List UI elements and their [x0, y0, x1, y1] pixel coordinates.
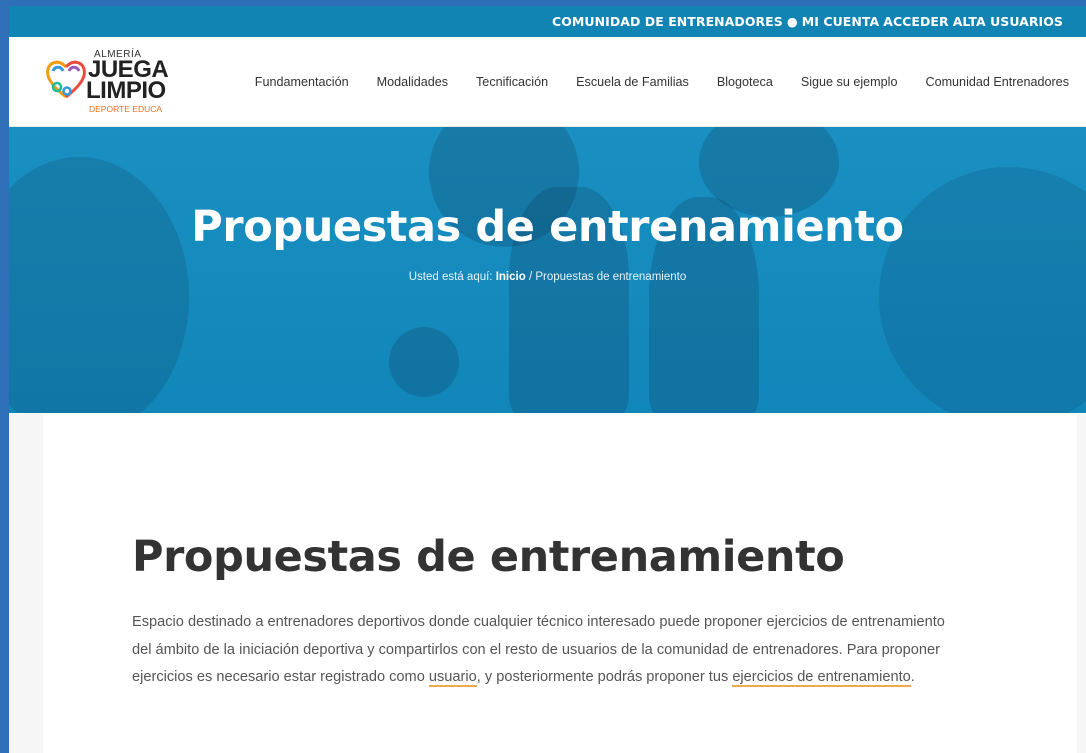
heart-logo-icon: [46, 60, 86, 99]
page-description: Espacio destinado a entrenadores deporti…: [132, 609, 952, 692]
hero-silhouette: [389, 327, 459, 397]
page-title: Propuestas de entrenamiento: [132, 532, 845, 582]
breadcrumb-current: Propuestas de entrenamiento: [535, 271, 687, 283]
usuario-link[interactable]: usuario: [428, 669, 477, 687]
nav-item-modalidades[interactable]: Modalidades: [377, 75, 448, 89]
nav-item-blogoteca[interactable]: Blogoteca: [717, 75, 773, 89]
top-utility-bar: COMUNIDAD DE ENTRENADORES ● MI CUENTA AC…: [9, 6, 1086, 37]
nav-item-fundamentacion[interactable]: Fundamentación: [255, 75, 349, 89]
description-text-3: .: [910, 669, 915, 685]
logo-tagline: DEPORTE EDUCA: [89, 104, 163, 114]
ejercicios-entrenamiento-link[interactable]: ejercicios de entrenamiento: [732, 669, 911, 687]
acceder-link[interactable]: ACCEDER: [883, 14, 948, 29]
hero-banner: Propuestas de entrenamiento Usted está a…: [9, 127, 1086, 413]
mi-cuenta-link[interactable]: MI CUENTA: [802, 14, 879, 29]
separator-dot: ●: [786, 14, 798, 29]
logo-limpio-text: LIMPIO: [86, 77, 166, 104]
breadcrumb-home-link[interactable]: Inicio: [496, 271, 526, 283]
nav-item-comunidad-entrenadores[interactable]: Comunidad Entrenadores: [925, 75, 1069, 89]
main-navigation: Fundamentación Modalidades Tecnificación…: [255, 37, 1069, 127]
browser-frame: COMUNIDAD DE ENTRENADORES ● MI CUENTA AC…: [0, 0, 1086, 753]
hero-silhouette: [9, 157, 189, 413]
nav-item-sigue-ejemplo[interactable]: Sigue su ejemplo: [801, 75, 898, 89]
content-card: Propuestas de entrenamiento Espacio dest…: [43, 414, 1077, 753]
nav-item-tecnificacion[interactable]: Tecnificación: [476, 75, 548, 89]
alta-usuarios-link[interactable]: ALTA USUARIOS: [953, 14, 1063, 29]
description-text-2: , y posteriormente podrás proponer tus: [476, 669, 729, 685]
nav-item-escuela-familias[interactable]: Escuela de Familias: [576, 75, 689, 89]
comunidad-entrenadores-link[interactable]: COMUNIDAD DE ENTRENADORES: [552, 14, 783, 29]
site-logo[interactable]: ALMERÍA JUEGA LIMPIO DEPORTE EDUCA: [45, 49, 195, 115]
content-area: Propuestas de entrenamiento Espacio dest…: [9, 414, 1086, 753]
hero-title: Propuestas de entrenamiento: [191, 202, 904, 252]
site-header: ALMERÍA JUEGA LIMPIO DEPORTE EDUCA Funda…: [9, 37, 1086, 127]
breadcrumb: Usted está aquí: Inicio / Propuestas de …: [9, 271, 1086, 283]
breadcrumb-prefix: Usted está aquí:: [408, 271, 493, 283]
breadcrumb-separator: /: [528, 271, 533, 283]
